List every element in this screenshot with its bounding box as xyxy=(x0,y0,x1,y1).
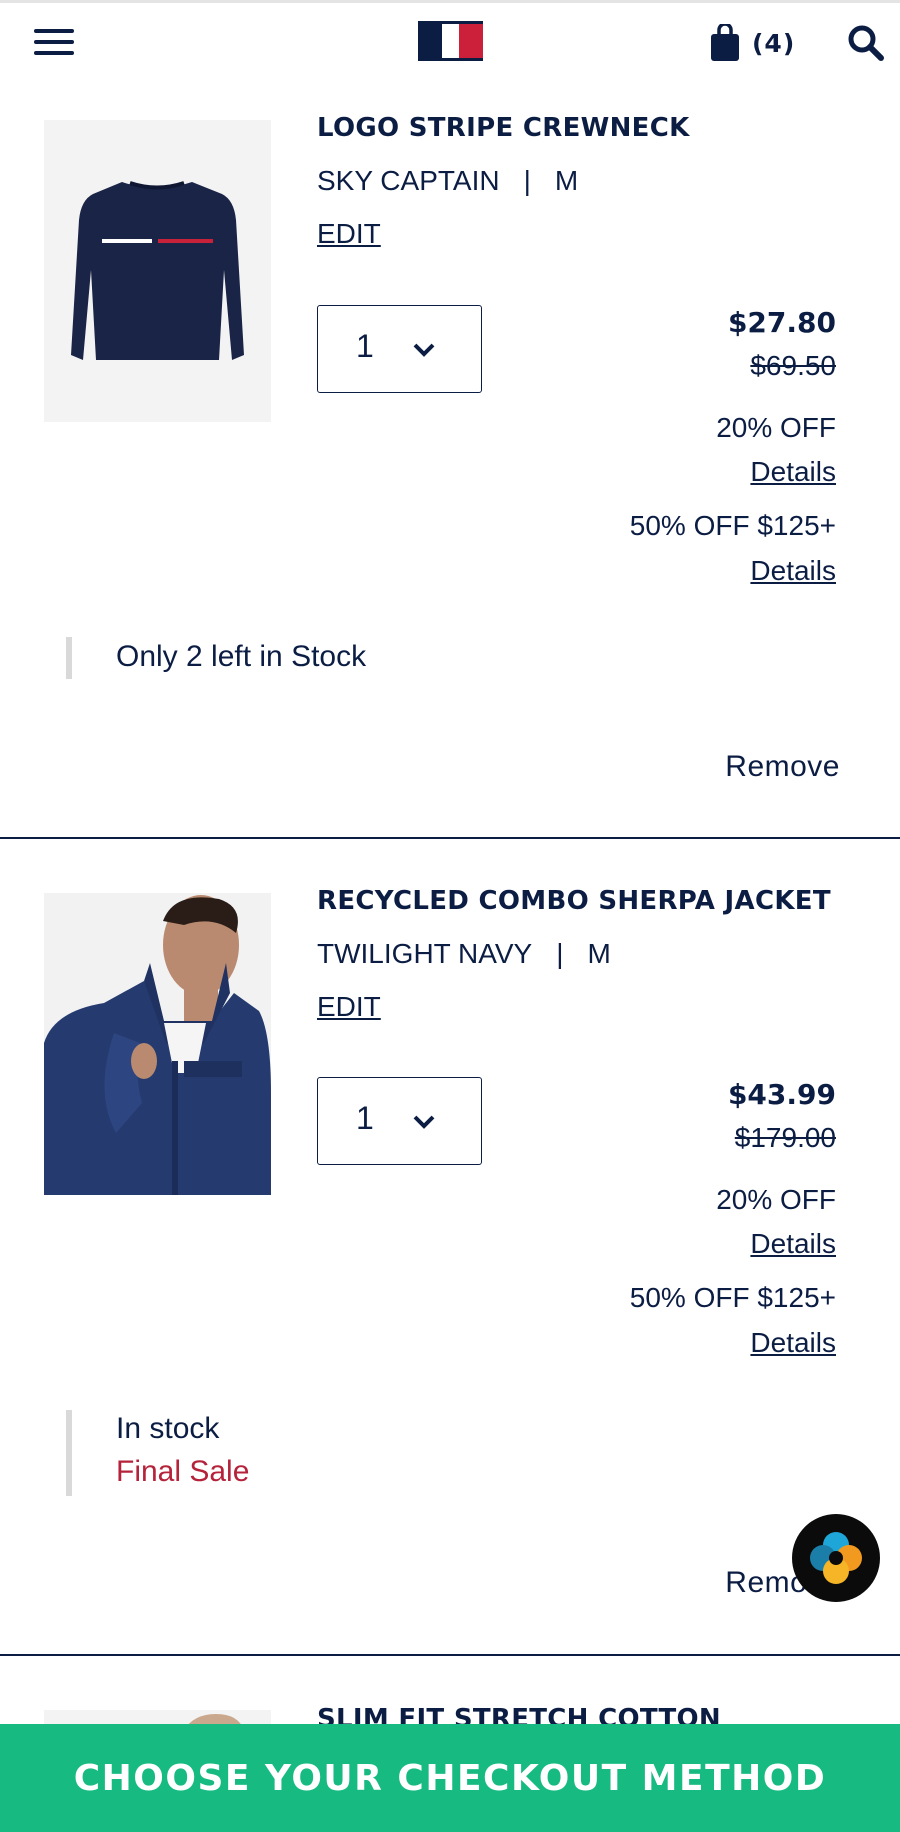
sale-price: $27.80 xyxy=(727,306,836,339)
promo-label: 50% OFF $125+ xyxy=(629,510,836,541)
shopping-bag-button[interactable]: (4) xyxy=(710,23,795,63)
bag-count: (4) xyxy=(752,28,796,58)
product-size: M xyxy=(587,938,611,969)
variant-separator: | xyxy=(523,165,531,196)
shopping-bag-icon xyxy=(711,24,739,61)
quantity-select[interactable]: 1 xyxy=(317,1077,482,1165)
remove-button[interactable]: Remove xyxy=(725,750,840,784)
hamburger-menu-icon[interactable] xyxy=(34,29,74,59)
checkout-label: CHOOSE YOUR CHECKOUT METHOD xyxy=(73,1757,827,1799)
checkout-method-button[interactable]: CHOOSE YOUR CHECKOUT METHOD xyxy=(0,1724,900,1832)
search-icon xyxy=(848,25,884,61)
stock-status: Only 2 left in Stock xyxy=(116,640,367,673)
sale-price: $43.99 xyxy=(727,1078,836,1111)
original-price: $179.00 xyxy=(734,1122,836,1153)
product-color: TWILIGHT NAVY xyxy=(317,938,533,969)
promo-details-link[interactable]: Details xyxy=(750,1327,836,1359)
tommy-hilfiger-logo[interactable] xyxy=(418,21,483,61)
product-image-sherpa-jacket[interactable] xyxy=(44,893,271,1195)
product-variant: TWILIGHT NAVY | M xyxy=(317,938,611,970)
chevron-down-icon xyxy=(413,343,435,357)
stock-status: In stock xyxy=(116,1412,220,1445)
item-divider xyxy=(0,837,900,839)
edit-link[interactable]: EDIT xyxy=(317,991,381,1023)
edit-link[interactable]: EDIT xyxy=(317,218,381,250)
product-color: SKY CAPTAIN xyxy=(317,165,500,196)
variant-separator: | xyxy=(556,938,564,969)
promo-details-link[interactable]: Details xyxy=(750,555,836,587)
promo-details-link[interactable]: Details xyxy=(750,1228,836,1260)
chat-icon xyxy=(810,1532,862,1584)
final-sale-label: Final Sale xyxy=(116,1455,250,1488)
stock-indicator-bar xyxy=(66,637,72,679)
product-title[interactable]: RECYCLED COMBO SHERPA JACKET xyxy=(317,886,831,916)
quantity-value: 1 xyxy=(356,1100,374,1136)
promo-label: 20% OFF xyxy=(716,1184,836,1215)
site-header: (4) xyxy=(0,3,900,83)
search-button[interactable] xyxy=(846,23,886,63)
quantity-value: 1 xyxy=(356,328,374,364)
chevron-down-icon xyxy=(413,1115,435,1129)
stock-indicator-bar xyxy=(66,1410,72,1496)
chat-assistant-button[interactable] xyxy=(792,1514,880,1602)
item-divider xyxy=(0,1654,900,1656)
product-image-crewneck[interactable] xyxy=(44,120,271,422)
original-price: $69.50 xyxy=(750,350,836,381)
promo-label: 20% OFF xyxy=(716,412,836,443)
product-title[interactable]: LOGO STRIPE CREWNECK xyxy=(317,113,690,143)
promo-details-link[interactable]: Details xyxy=(750,456,836,488)
promo-label: 50% OFF $125+ xyxy=(629,1282,836,1313)
product-size: M xyxy=(554,165,579,196)
product-variant: SKY CAPTAIN | M xyxy=(317,165,578,197)
quantity-select[interactable]: 1 xyxy=(317,305,482,393)
